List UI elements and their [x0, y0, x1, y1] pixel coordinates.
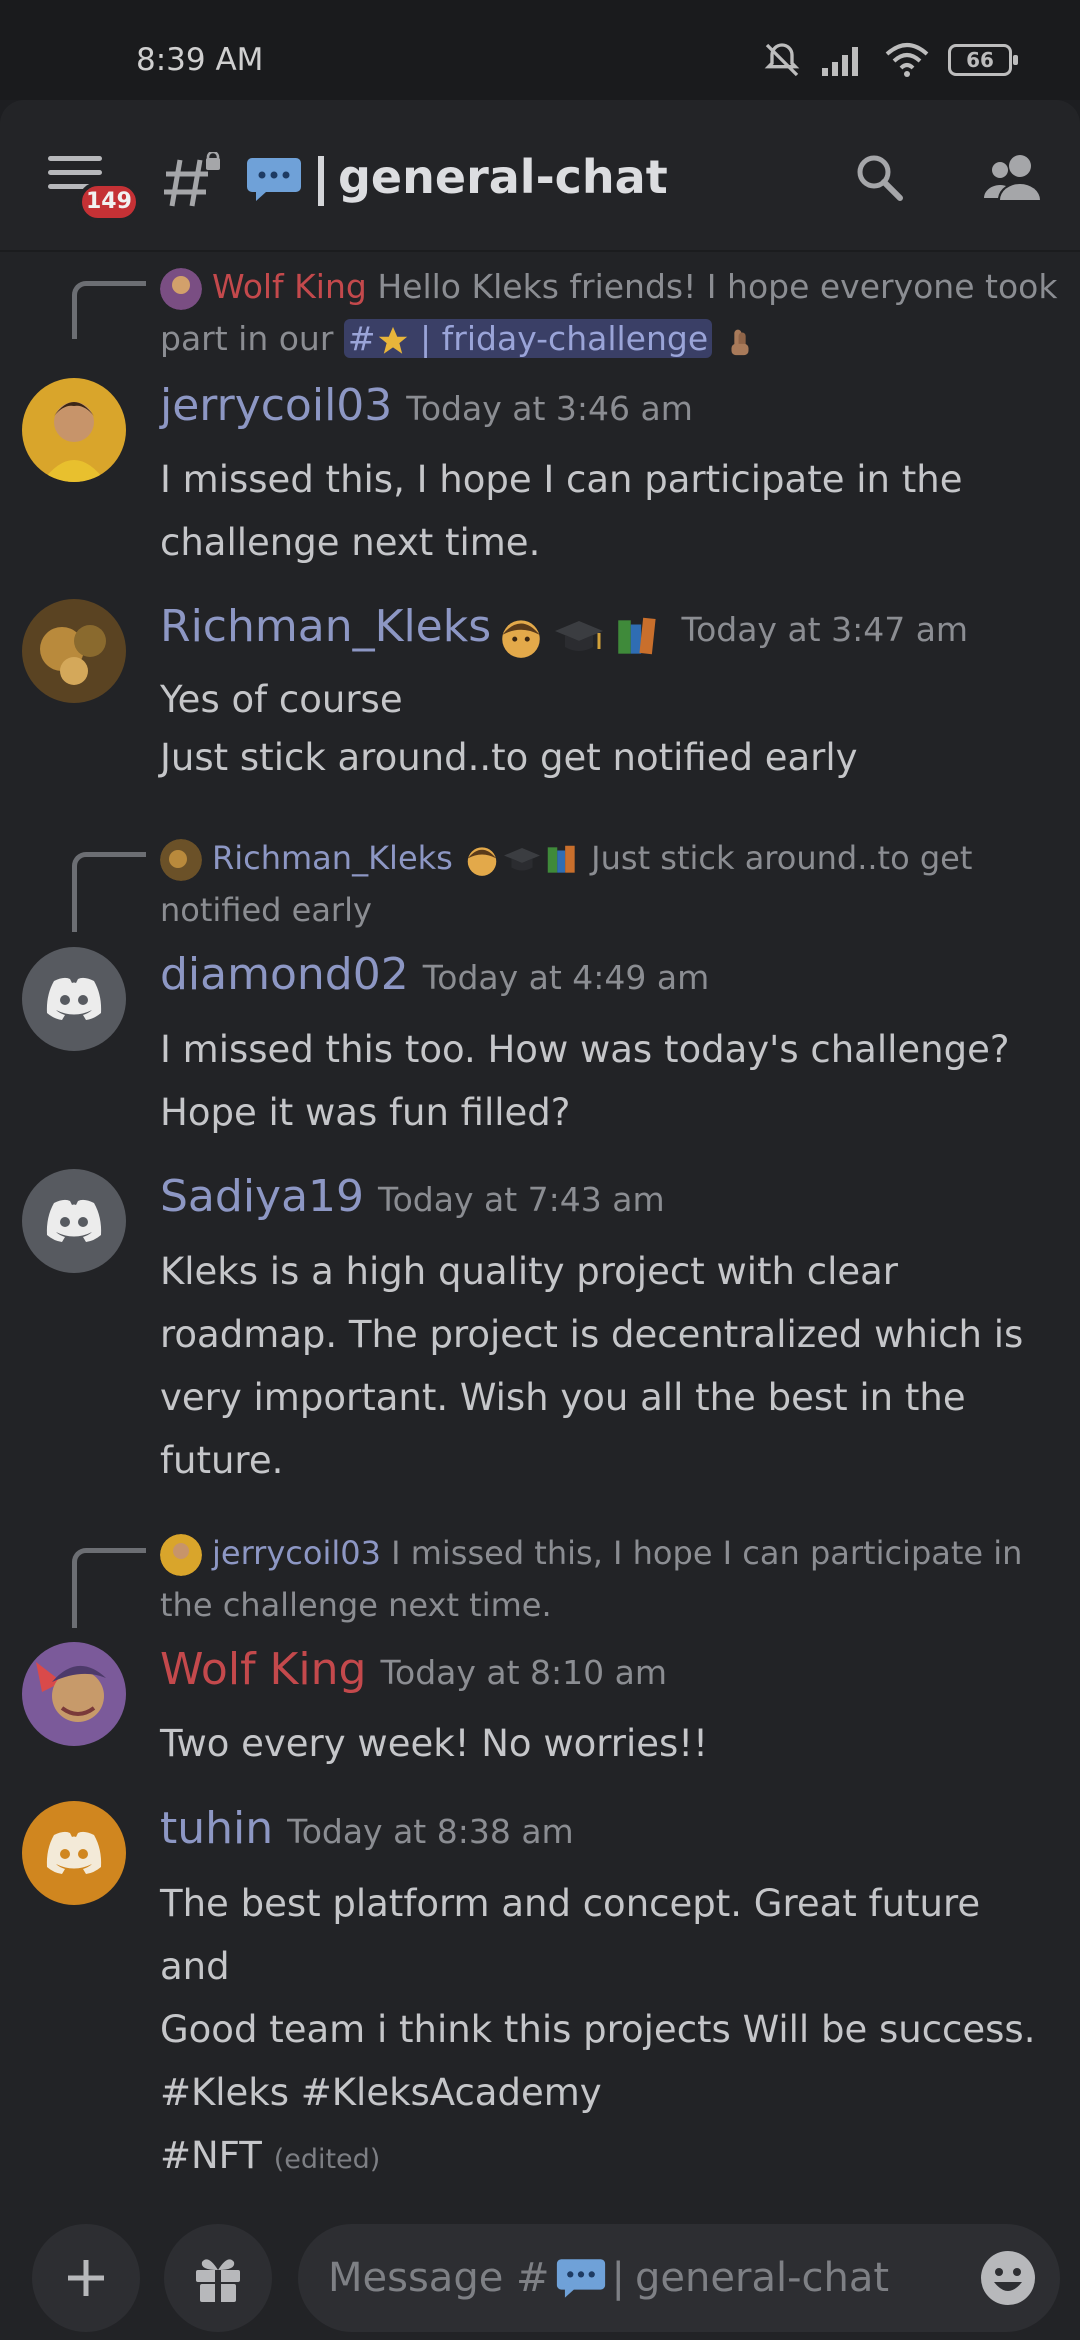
search-icon[interactable] — [852, 150, 908, 206]
message-input[interactable]: Message # | general-chat — [298, 2224, 1060, 2332]
message-body: Two every week! No worries!! — [160, 1722, 708, 1765]
bell-muted-icon — [764, 43, 800, 77]
star-emoji — [378, 326, 407, 354]
hash-lock-icon — [164, 152, 220, 207]
avatar[interactable] — [22, 947, 126, 1051]
message-body: The best platform and concept. Great fut… — [160, 1872, 1060, 2191]
timestamp: Today at 8:38 am — [287, 1812, 574, 1851]
avatar[interactable] — [22, 599, 126, 703]
graduation-cap-emoji — [504, 848, 540, 871]
status-time: 8:39 AM — [136, 42, 264, 78]
message-header: Sadiya19 Today at 7:43 am — [160, 1171, 665, 1222]
graduation-cap-emoji — [555, 620, 604, 651]
message-input-placeholder-prefix: Message # — [328, 2255, 550, 2301]
message-line: Good team i think this projects Will be … — [160, 2008, 1036, 2051]
message-input-placeholder-channel: general-chat — [635, 2255, 890, 2301]
signal-icon — [822, 47, 858, 76]
notification-badge: 149 — [78, 182, 140, 222]
message-header: diamond02 Today at 4:49 am — [160, 949, 709, 1000]
books-emoji — [547, 845, 575, 873]
username[interactable]: Sadiya19 — [160, 1171, 364, 1222]
timestamp: Today at 3:47 am — [681, 610, 969, 649]
plus-icon — [68, 2260, 104, 2296]
channel-divider — [318, 156, 324, 206]
channel-name[interactable]: general-chat — [338, 150, 668, 204]
timestamp: Today at 7:43 am — [378, 1180, 665, 1219]
message-line: Just stick around..to get notified early — [160, 736, 858, 779]
message-header: jerrycoil03 Today at 3:46 am — [160, 380, 693, 431]
status-icons: 66 — [762, 40, 1018, 80]
channel-mention-name: friday-challenge — [441, 319, 709, 358]
message-composer: Message # | general-chat — [0, 2224, 1080, 2340]
members-icon[interactable] — [982, 150, 1044, 206]
wifi-icon — [885, 43, 929, 77]
message-list[interactable]: Wolf King Hello Kleks friends! I hope ev… — [0, 252, 1080, 2232]
message-header: Richman_Kleks Today at 3:47 am — [160, 601, 968, 662]
crossed-fingers-emoji — [731, 329, 749, 355]
message-line: #NFT — [160, 2134, 262, 2177]
message-body: I missed this too. How was today's chall… — [160, 1028, 1010, 1134]
edited-label: (edited) — [273, 2144, 381, 2175]
emoji-icon[interactable] — [978, 2248, 1038, 2308]
message-input-divider: | — [611, 2255, 626, 2301]
message-header: Wolf King Today at 8:10 am — [160, 1644, 667, 1695]
message-body: Yes of course Just stick around..to get … — [160, 671, 1060, 787]
username[interactable]: jerrycoil03 — [160, 380, 392, 431]
timestamp: Today at 4:49 am — [422, 958, 710, 997]
reply-preview[interactable]: Wolf King Hello Kleks friends! I hope ev… — [160, 261, 1060, 365]
reply-connector — [72, 1548, 146, 1628]
username[interactable]: tuhin — [160, 1803, 273, 1854]
speech-balloon-emoji — [556, 2259, 605, 2298]
message-line: Yes of course — [160, 678, 403, 721]
reply-avatar — [160, 267, 202, 310]
add-attachment-button[interactable] — [32, 2224, 140, 2332]
message-line: The best platform and concept. Great fut… — [160, 1882, 981, 1988]
reply-connector — [72, 281, 146, 339]
message-header: tuhin Today at 8:38 am — [160, 1803, 574, 1854]
reply-username[interactable]: jerrycoil03 — [212, 1534, 381, 1572]
timestamp: Today at 8:10 am — [380, 1653, 667, 1692]
discord-logo-icon — [46, 1831, 102, 1874]
channel-header: 149 general-chat — [0, 100, 1080, 252]
avatar[interactable] — [22, 1169, 126, 1273]
timestamp: Today at 3:46 am — [406, 389, 693, 428]
username[interactable]: Wolf King — [160, 1644, 366, 1695]
status-bar: 8:39 AM 66 — [0, 0, 1080, 100]
man-emoji — [467, 847, 497, 876]
speech-balloon-emoji — [247, 158, 301, 201]
message-body: I missed this, I hope I can participate … — [160, 458, 963, 564]
man-emoji — [502, 619, 540, 658]
username[interactable]: Richman_Kleks — [160, 601, 491, 652]
reply-avatar — [160, 1534, 202, 1576]
avatar[interactable] — [22, 1642, 126, 1746]
avatar[interactable] — [22, 1801, 126, 1905]
gift-button[interactable] — [164, 2224, 272, 2332]
channel-mention[interactable]: # | friday-challenge — [343, 319, 713, 358]
discord-logo-icon — [46, 977, 102, 1020]
discord-logo-icon — [46, 1199, 102, 1242]
message-line: #Kleks #KleksAcademy — [160, 2071, 602, 2114]
avatar[interactable] — [22, 378, 126, 482]
reply-connector — [72, 852, 146, 932]
reply-preview[interactable]: Richman_Kleks Just stick around..to get … — [160, 832, 1060, 936]
books-emoji — [618, 617, 657, 654]
username[interactable]: diamond02 — [160, 949, 409, 1000]
reply-preview[interactable]: jerrycoil03 I missed this, I hope I can … — [160, 1527, 1060, 1631]
battery-icon: 66 — [948, 44, 1018, 76]
message-body: Kleks is a high quality project with cle… — [160, 1250, 1024, 1482]
reply-username[interactable]: Wolf King — [212, 267, 367, 306]
discord-app: 149 general-chat Wolf King Hello Kleks f… — [0, 100, 1080, 2340]
gift-icon — [196, 2259, 240, 2302]
reply-username[interactable]: Richman_Kleks — [212, 839, 453, 877]
reply-avatar — [160, 839, 202, 881]
